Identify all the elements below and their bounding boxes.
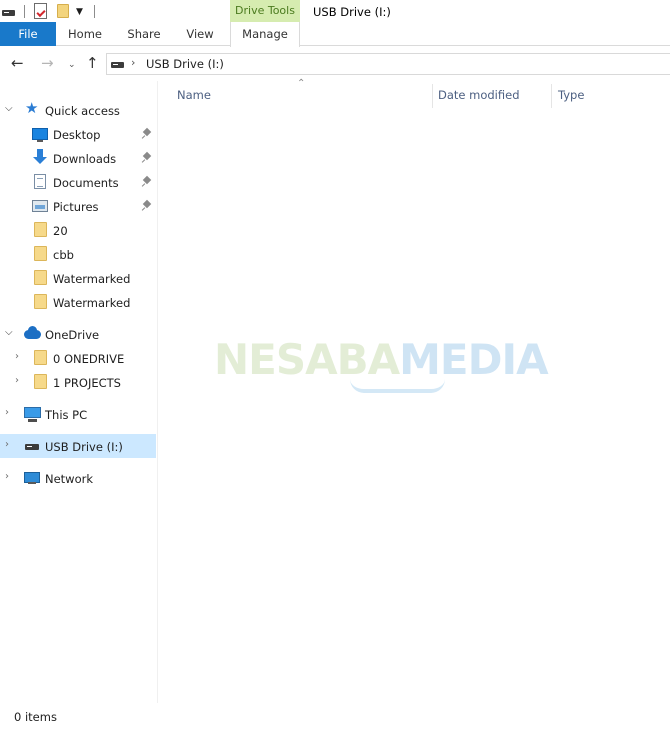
nav-item-0-onedrive[interactable]: › 0 ONEDRIVE xyxy=(0,346,156,370)
folder-icon xyxy=(34,374,47,389)
navigation-bar: ← → ⌄ ↑ › USB Drive (I:) xyxy=(0,47,670,81)
expand-chevron-icon[interactable]: › xyxy=(15,375,19,387)
collapse-chevron-icon[interactable]: ⌵ xyxy=(5,327,13,339)
nav-item-label: USB Drive (I:) xyxy=(45,440,123,454)
drive-tools-contextual-label: Drive Tools xyxy=(230,0,300,22)
column-divider[interactable] xyxy=(551,84,552,108)
tab-view[interactable]: View xyxy=(180,22,220,46)
breadcrumb-chevron-icon[interactable]: › xyxy=(131,56,135,69)
drive-icon xyxy=(111,62,124,68)
downloads-icon xyxy=(32,149,48,165)
toolbar-separator xyxy=(24,5,25,18)
pin-icon xyxy=(141,176,153,188)
nav-item-label: Watermarked xyxy=(53,296,131,310)
nav-item-label: Downloads xyxy=(53,152,117,166)
new-folder-icon[interactable] xyxy=(57,4,69,18)
tab-file[interactable]: File xyxy=(0,22,56,46)
nav-item-label: Quick access xyxy=(45,104,120,118)
nav-item-downloads[interactable]: Downloads xyxy=(0,146,156,170)
folder-icon xyxy=(34,294,47,309)
title-bar: ▼ Drive Tools USB Drive (I:) xyxy=(0,0,670,24)
collapse-chevron-icon[interactable]: ⌵ xyxy=(5,103,13,115)
sort-ascending-icon: ⌃ xyxy=(297,78,306,89)
nav-item-folder-cbb[interactable]: cbb xyxy=(0,242,156,266)
tab-home[interactable]: Home xyxy=(62,22,108,46)
nav-item-label: cbb xyxy=(53,248,74,262)
drive-icon xyxy=(2,10,15,16)
nav-item-desktop[interactable]: Desktop xyxy=(0,122,156,146)
breadcrumb-current[interactable]: USB Drive (I:) xyxy=(146,57,224,71)
pin-icon xyxy=(141,128,153,140)
column-header-type[interactable]: Type xyxy=(558,88,584,102)
nav-item-label: This PC xyxy=(45,408,88,422)
tab-share[interactable]: Share xyxy=(122,22,166,46)
nav-item-label: Pictures xyxy=(53,200,99,214)
file-list-pane[interactable]: ⌃ Name Date modified Type NESABAMEDIA xyxy=(160,78,670,703)
expand-chevron-icon[interactable]: › xyxy=(5,439,9,451)
watermark-text-part1: NESABA xyxy=(214,335,400,384)
watermark-logo: NESABAMEDIA xyxy=(214,335,549,384)
documents-icon xyxy=(34,174,46,189)
tab-manage[interactable]: Manage xyxy=(230,22,300,47)
column-header-name[interactable]: Name xyxy=(177,88,211,102)
expand-chevron-icon[interactable]: › xyxy=(5,471,9,483)
nav-item-label: Network xyxy=(45,472,94,486)
nav-item-label: Documents xyxy=(53,176,119,190)
properties-icon[interactable] xyxy=(34,3,47,19)
nav-item-label: Desktop xyxy=(53,128,101,142)
nav-item-1-projects[interactable]: › 1 PROJECTS xyxy=(0,370,156,394)
onedrive-cloud-icon xyxy=(24,326,41,339)
nav-item-folder-watermarked[interactable]: Watermarked xyxy=(0,266,156,290)
folder-icon xyxy=(34,222,47,237)
nav-this-pc[interactable]: › This PC xyxy=(0,402,156,426)
address-bar[interactable]: › USB Drive (I:) xyxy=(106,53,670,75)
forward-arrow-icon[interactable]: → xyxy=(41,55,54,71)
folder-icon xyxy=(34,246,47,261)
status-bar: 0 items xyxy=(0,704,670,736)
nav-item-folder-20[interactable]: 20 xyxy=(0,218,156,242)
pictures-icon xyxy=(32,200,48,212)
nav-item-label: 0 ONEDRIVE xyxy=(53,352,125,366)
back-arrow-icon[interactable]: ← xyxy=(11,55,24,71)
item-count: 0 items xyxy=(14,710,57,724)
desktop-icon xyxy=(32,128,48,142)
nav-item-label: 20 xyxy=(53,224,68,238)
this-pc-monitor-icon xyxy=(24,407,41,422)
nav-item-label: 1 PROJECTS xyxy=(53,376,121,390)
column-divider[interactable] xyxy=(432,84,433,108)
usb-drive-icon xyxy=(25,444,39,450)
watermark-swoosh xyxy=(350,379,445,393)
recent-locations-chevron-icon[interactable]: ⌄ xyxy=(68,57,76,73)
nav-quick-access[interactable]: ⌵ ★ Quick access xyxy=(0,98,156,122)
nav-item-documents[interactable]: Documents xyxy=(0,170,156,194)
nav-usb-drive[interactable]: › USB Drive (I:) xyxy=(0,434,156,458)
nav-item-folder-watermarked-2[interactable]: Watermarked xyxy=(0,290,156,314)
network-icon xyxy=(24,470,40,484)
up-arrow-icon[interactable]: ↑ xyxy=(86,55,99,71)
ribbon-tabs: File Home Share View Manage xyxy=(0,22,670,47)
nav-onedrive[interactable]: ⌵ OneDrive xyxy=(0,322,156,346)
expand-chevron-icon[interactable]: › xyxy=(5,407,9,419)
pin-icon xyxy=(141,152,153,164)
expand-chevron-icon[interactable]: › xyxy=(15,351,19,363)
nav-network[interactable]: › Network xyxy=(0,466,156,490)
quick-access-star-icon: ★ xyxy=(25,99,39,117)
navigation-pane: ⌵ ★ Quick access Desktop Downloads Docum… xyxy=(0,81,158,703)
folder-icon xyxy=(34,350,47,365)
watermark-text-part2: MEDIA xyxy=(399,335,548,384)
column-header-date-modified[interactable]: Date modified xyxy=(438,88,520,102)
nav-item-label: OneDrive xyxy=(45,328,100,342)
window-title: USB Drive (I:) xyxy=(313,5,391,19)
nav-item-pictures[interactable]: Pictures xyxy=(0,194,156,218)
pin-icon xyxy=(141,200,153,212)
folder-icon xyxy=(34,270,47,285)
nav-item-label: Watermarked xyxy=(53,272,131,286)
toolbar-separator xyxy=(94,5,95,18)
